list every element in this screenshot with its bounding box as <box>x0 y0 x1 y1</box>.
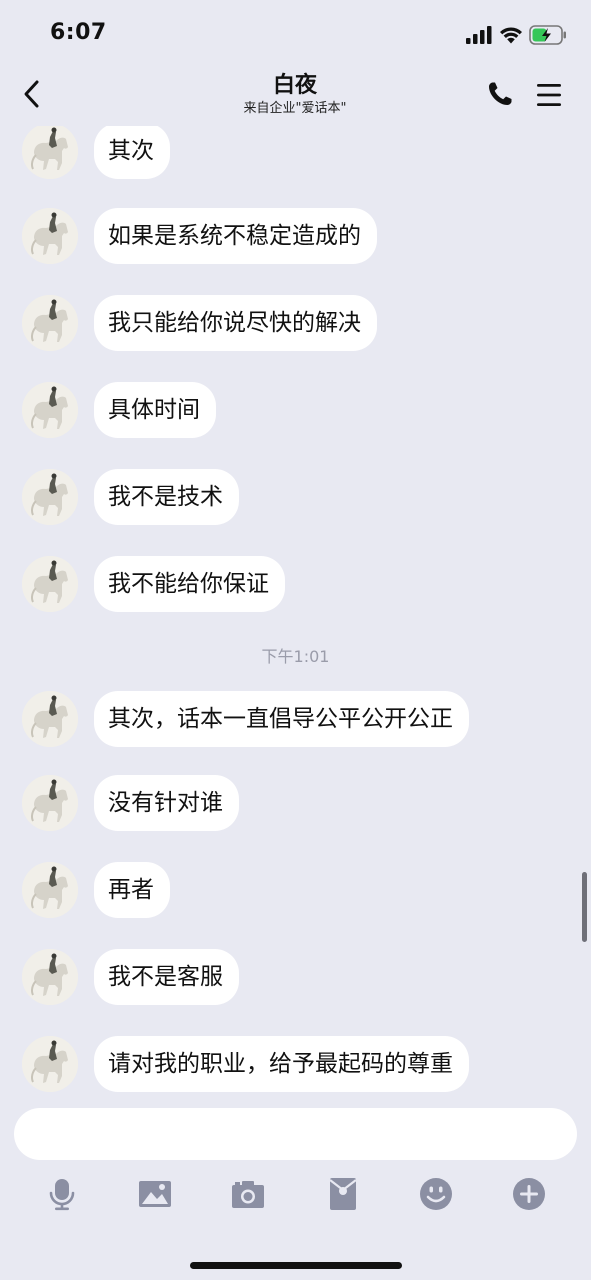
sender-avatar[interactable] <box>22 382 78 438</box>
battery-icon <box>529 25 566 45</box>
message-bubble[interactable]: 再者 <box>94 862 170 918</box>
message-bubble[interactable]: 我不能给你保证 <box>94 556 285 612</box>
sender-avatar[interactable] <box>22 208 78 264</box>
sender-avatar[interactable] <box>22 1036 78 1092</box>
microphone-icon[interactable] <box>44 1176 80 1212</box>
camera-icon[interactable] <box>230 1176 266 1212</box>
message-bubble[interactable]: 如果是系统不稳定造成的 <box>94 208 377 264</box>
message-bubble[interactable]: 具体时间 <box>94 382 216 438</box>
sender-avatar[interactable] <box>22 295 78 351</box>
message-row: 其次 <box>0 126 591 183</box>
back-button[interactable] <box>18 78 46 110</box>
message-row: 我不是技术 <box>0 469 591 529</box>
message-row: 具体时间 <box>0 382 591 442</box>
chat-screen: 6:07 白夜 来自企业"爱话本" 其次 如果是系统不稳定造成的 我只能给你说尽… <box>0 0 591 1280</box>
message-timestamp: 下午1:01 <box>261 647 330 666</box>
message-row: 没有针对谁 <box>0 775 591 835</box>
message-row: 我不是客服 <box>0 949 591 1009</box>
sender-avatar[interactable] <box>22 775 78 831</box>
header-title-block: 白夜 来自企业"爱话本" <box>145 72 445 117</box>
menu-icon[interactable] <box>535 82 563 108</box>
scrollbar[interactable] <box>582 872 587 942</box>
sender-avatar[interactable] <box>22 126 78 179</box>
sender-avatar[interactable] <box>22 862 78 918</box>
red-packet-icon[interactable] <box>325 1176 361 1212</box>
sender-avatar[interactable] <box>22 556 78 612</box>
image-icon[interactable] <box>137 1176 173 1212</box>
status-bar: 6:07 <box>0 0 591 66</box>
message-row: 其次，话本一直倡导公平公开公正 <box>0 691 591 751</box>
input-area <box>0 1096 591 1280</box>
message-bubble[interactable]: 我只能给你说尽快的解决 <box>94 295 377 351</box>
sender-avatar[interactable] <box>22 949 78 1005</box>
message-bubble[interactable]: 我不是技术 <box>94 469 239 525</box>
phone-icon[interactable] <box>486 80 514 108</box>
message-row: 请对我的职业，给予最起码的尊重 <box>0 1036 591 1096</box>
message-bubble[interactable]: 其次 <box>94 126 170 179</box>
message-row: 如果是系统不稳定造成的 <box>0 208 591 268</box>
message-row: 我不能给你保证 <box>0 556 591 616</box>
wifi-icon <box>500 27 522 44</box>
sender-avatar[interactable] <box>22 469 78 525</box>
message-bubble[interactable]: 我不是客服 <box>94 949 239 1005</box>
sender-avatar[interactable] <box>22 691 78 747</box>
status-time: 6:07 <box>50 20 107 45</box>
message-bubble[interactable]: 其次，话本一直倡导公平公开公正 <box>94 691 469 747</box>
home-indicator[interactable] <box>190 1262 402 1269</box>
message-row: 我只能给你说尽快的解决 <box>0 295 591 355</box>
page-subtitle: 来自企业"爱话本" <box>243 101 347 116</box>
plus-icon[interactable] <box>511 1176 547 1212</box>
nav-bar: 白夜 来自企业"爱话本" <box>0 66 591 126</box>
message-row: 再者 <box>0 862 591 922</box>
chat-area[interactable]: 其次如果是系统不稳定造成的 我只能给你说尽快的解决 具体时间我不是技术我不能给你保证… <box>0 126 591 1096</box>
message-input[interactable] <box>14 1108 577 1160</box>
signal-icon <box>466 26 492 44</box>
emoji-icon[interactable] <box>418 1176 454 1212</box>
message-bubble[interactable]: 没有针对谁 <box>94 775 239 831</box>
page-title: 白夜 <box>272 73 317 98</box>
message-bubble[interactable]: 请对我的职业，给予最起码的尊重 <box>94 1036 469 1092</box>
